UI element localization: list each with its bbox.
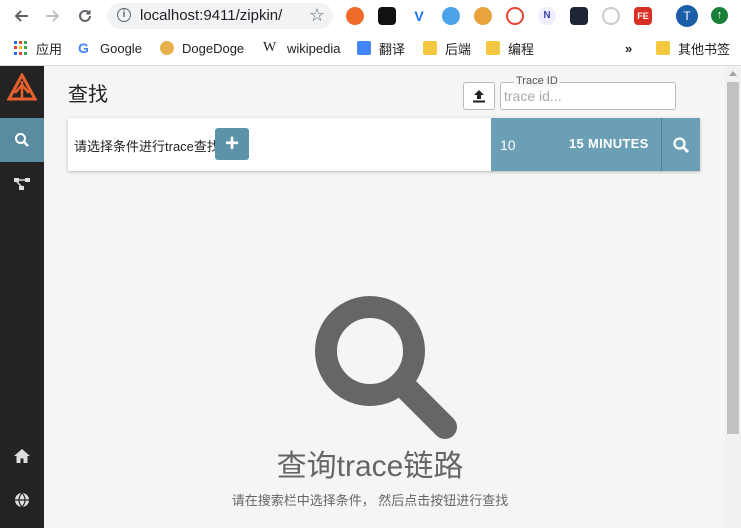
- reload-icon: [79, 9, 91, 22]
- address-bar[interactable]: i localhost:9411/zipkin/ ☆: [107, 3, 333, 29]
- bookmark-dogedoge[interactable]: DogeDoge: [160, 39, 244, 57]
- extension-icon[interactable]: [474, 7, 492, 25]
- magnifier-illustration-icon: [315, 296, 457, 439]
- home-icon: [14, 449, 30, 463]
- search-hint: 请选择条件进行trace查找: [74, 139, 220, 154]
- empty-state-subtitle: 请在搜索栏中选择条件， 然后点击按钮进行查找: [231, 493, 509, 508]
- info-icon[interactable]: i: [117, 8, 131, 22]
- plus-icon: +: [224, 130, 239, 157]
- extension-icon[interactable]: FE: [634, 7, 652, 25]
- lookback-value[interactable]: 15 MINUTES: [569, 136, 649, 151]
- folder-icon: [486, 41, 500, 55]
- google-icon: G: [78, 40, 89, 56]
- bookmark-translate[interactable]: 翻译: [357, 39, 405, 57]
- translate-icon: [357, 41, 371, 55]
- browser-toolbar: i localhost:9411/zipkin/ ☆ V N FE T ↑: [0, 0, 741, 32]
- bookmark-label: wikipedia: [287, 40, 341, 56]
- wikipedia-icon: W: [263, 40, 277, 55]
- extension-icon[interactable]: [442, 7, 460, 25]
- other-bookmarks[interactable]: 其他书签: [656, 39, 730, 57]
- bookmark-label: 后端: [445, 41, 472, 57]
- trace-id-label: Trace ID: [514, 75, 560, 87]
- extension-icon[interactable]: [602, 7, 620, 25]
- sidebar-item-search[interactable]: [0, 118, 44, 162]
- globe-icon: [15, 492, 29, 508]
- extension-icon[interactable]: [346, 7, 364, 25]
- empty-state-title: 查询trace链路: [276, 450, 464, 483]
- bookmarks-bar: 应用 G Google DogeDoge W wikipedia 翻译 后端 编…: [0, 34, 741, 62]
- bookmark-label: 其他书签: [678, 41, 731, 57]
- extension-icon[interactable]: [378, 7, 396, 25]
- scroll-up-icon[interactable]: [729, 71, 737, 76]
- sidebar-item-home[interactable]: [0, 434, 44, 478]
- bookmarks-overflow-button[interactable]: »: [625, 39, 632, 57]
- arrow-right-icon: [46, 10, 60, 22]
- reload-button[interactable]: [73, 4, 97, 28]
- apps-icon: [14, 41, 28, 55]
- extension-icon[interactable]: N: [538, 7, 556, 25]
- add-criteria-button[interactable]: +: [215, 128, 249, 160]
- bookmark-google[interactable]: G Google: [78, 39, 142, 57]
- browser-chrome: i localhost:9411/zipkin/ ☆ V N FE T ↑ 应用…: [0, 0, 741, 66]
- bookmark-folder-programming[interactable]: 编程: [486, 39, 534, 57]
- url-text: localhost:9411/zipkin/: [140, 7, 283, 24]
- scrollbar[interactable]: [725, 66, 741, 528]
- bookmark-star-icon[interactable]: ☆: [309, 5, 325, 26]
- zipkin-logo[interactable]: [0, 66, 44, 110]
- back-button[interactable]: [9, 4, 33, 28]
- zipkin-logo-icon: [7, 73, 37, 101]
- upload-json-button[interactable]: [463, 82, 495, 110]
- bookmark-label: 翻译: [379, 41, 406, 57]
- sidebar-item-language[interactable]: [0, 478, 44, 522]
- bookmark-label: Google: [100, 40, 142, 56]
- search-button[interactable]: [661, 118, 700, 171]
- page-title: 查找: [68, 84, 108, 106]
- bookmark-label: 编程: [508, 41, 535, 57]
- bookmark-label: 应用: [36, 41, 63, 57]
- search-icon: [673, 136, 689, 153]
- bookmark-apps[interactable]: 应用: [14, 39, 62, 57]
- dependencies-icon: [14, 178, 30, 190]
- upload-icon: [473, 90, 485, 103]
- search-bar: 请选择条件进行trace查找 + 10 15 MINUTES: [68, 118, 700, 171]
- extension-icon[interactable]: [506, 7, 524, 25]
- update-icon[interactable]: ↑: [711, 7, 728, 24]
- sidebar: [0, 66, 44, 528]
- profile-avatar[interactable]: T: [676, 5, 698, 27]
- main-content: 查找 Trace ID 请选择条件进行trace查找 + 10 15 MINUT…: [44, 66, 725, 528]
- bookmark-folder-backend[interactable]: 后端: [423, 39, 471, 57]
- folder-icon: [656, 41, 670, 55]
- limit-value[interactable]: 10: [500, 137, 516, 153]
- search-settings-panel[interactable]: 10 15 MINUTES: [491, 118, 661, 171]
- folder-icon: [423, 41, 437, 55]
- bookmark-wikipedia[interactable]: W wikipedia: [263, 39, 340, 57]
- forward-button[interactable]: [41, 4, 65, 28]
- extension-icon[interactable]: V: [410, 7, 428, 25]
- arrow-left-icon: [14, 10, 28, 22]
- bookmark-label: DogeDoge: [182, 40, 245, 56]
- sidebar-item-dependencies[interactable]: [0, 162, 44, 206]
- scrollbar-thumb[interactable]: [727, 82, 739, 434]
- dogedoge-icon: [160, 41, 174, 55]
- react-devtools-icon[interactable]: [570, 7, 588, 25]
- search-icon: [15, 133, 29, 147]
